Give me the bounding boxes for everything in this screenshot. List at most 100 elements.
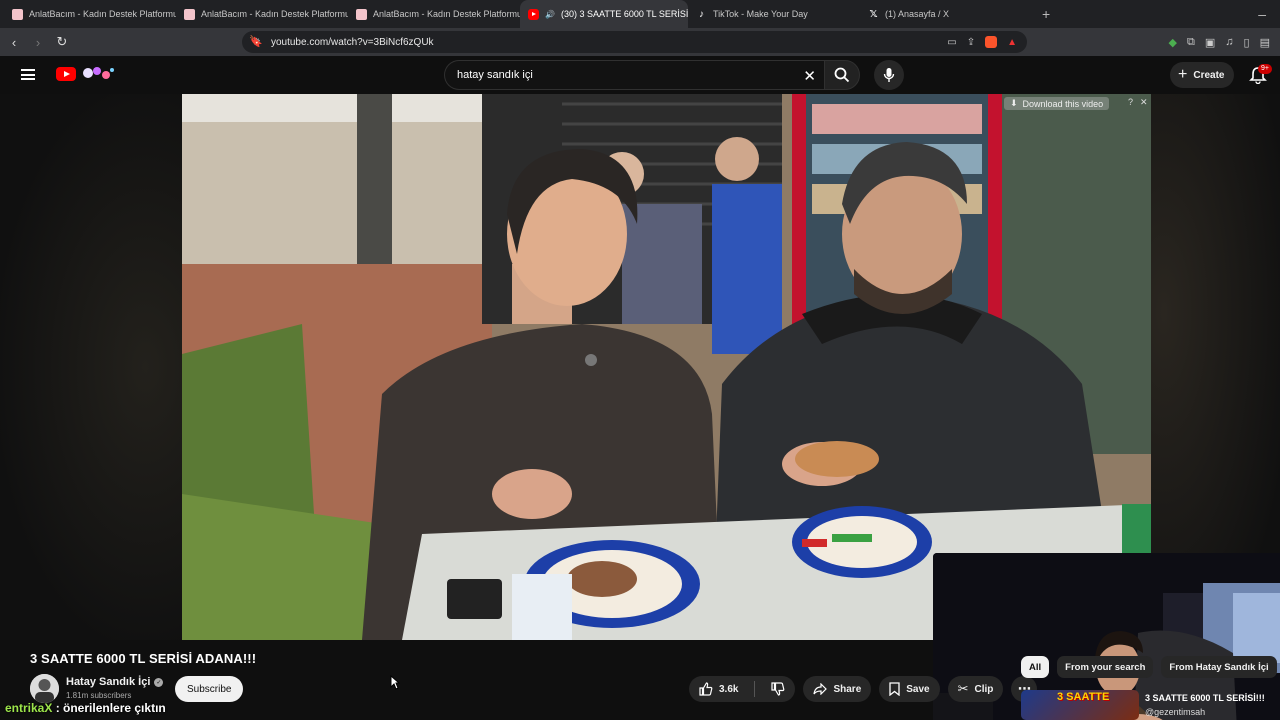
voice-search-button[interactable] [874,60,904,90]
clip-label: Clip [974,683,994,695]
mouse-cursor-icon [390,675,400,690]
channel-name-text: Hatay Sandık İçi [66,676,151,688]
address-bar[interactable]: ⚙ youtube.com/watch?v=3BiNcf6zQUk ▭ ⇪ ▲ [242,31,1027,53]
screen: AnlatBacım - Kadın Destek Platformu Anla… [0,0,1280,720]
recommended-thumbnail[interactable]: 3 SAATTE [1021,690,1139,720]
x-favicon-icon: 𝕏 [869,8,878,20]
channel-avatar[interactable] [30,674,59,703]
save-label: Save [906,683,930,695]
browser-tab[interactable]: 𝕏 (1) Anasayfa / X [860,0,1032,28]
extensions-puzzle-icon[interactable]: ⧉ [1187,36,1195,49]
notifications-badge: 9+ [1258,64,1272,74]
subscribe-button[interactable]: Subscribe [175,676,244,702]
sidebar-icon[interactable]: ▯ [1244,36,1250,49]
close-download-icon[interactable]: ✕ [1140,97,1148,108]
extension-icon[interactable]: ◆ [1169,36,1177,49]
tab-title: TikTok - Make Your Day [713,9,808,19]
browser-tab[interactable]: AnlatBacım - Kadın Destek Platformu [348,0,520,28]
video-title: 3 SAATTE 6000 TL SERİSİ ADANA!!! [30,651,257,666]
omnibox-actions: ▭ ⇪ ▲ [947,31,1017,53]
tab-title: AnlatBacım - Kadın Destek Platformu [201,9,348,19]
like-dislike-group: 3.6k [689,676,796,702]
channel-avatar-image [30,674,59,703]
browser-tab-active[interactable]: 🔊 (30) 3 SAATTE 6000 TL SERİSİ ✕ [520,0,688,28]
browser-toolbar: ‹ › ↻ ⚙ youtube.com/watch?v=3BiNcf6zQUk … [0,28,1280,56]
anlatbacim-favicon-icon [12,8,23,20]
menu-icon[interactable] [21,69,35,80]
video-actions: 3.6k Share Save ✂ Clip ⋯ [689,676,1038,702]
recommended-title: 3 SAATTE 6000 TL SERİSİ!!! [1145,693,1265,703]
download-label: Download this video [1022,98,1104,109]
share-page-icon[interactable]: ⇪ [967,37,975,48]
media-controls-icon[interactable]: ♫ [1225,36,1233,48]
create-label: Create [1193,69,1225,81]
recommended-channel: @gezentimsah [1145,707,1206,717]
download-video-button[interactable]: ⬇ Download this video [1004,97,1110,110]
reload-icon[interactable]: ↻ [52,34,72,50]
download-icon: ⬇ [1010,98,1018,108]
tiktok-favicon-icon: ♪ [699,8,704,20]
verified-badge-icon: ✓ [154,677,164,687]
bookmark-icon[interactable]: 🔖 [249,35,263,48]
create-button[interactable]: + Create [1170,62,1235,88]
video-player[interactable] [0,94,1280,720]
tab-title: AnlatBacım - Kadın Destek Platformu [373,9,520,19]
youtube-doodle-icon[interactable] [80,65,116,82]
chat-username: entrikaX [5,701,53,715]
channel-name[interactable]: Hatay Sandık İçi ✓ [66,676,164,688]
speaker-icon[interactable]: 🔊 [545,10,555,19]
bookmark-save-icon [889,682,900,696]
thumbnail-text: 3 SAATTE [1057,691,1110,703]
back-icon[interactable]: ‹ [4,35,24,50]
minimize-icon[interactable]: – [1258,6,1266,22]
anlatbacim-favicon-icon [184,8,195,20]
like-count: 3.6k [719,683,739,695]
divider [754,681,756,697]
dislike-button[interactable] [761,676,795,702]
url-text: youtube.com/watch?v=3BiNcf6zQUk [270,36,434,48]
clear-search-icon[interactable]: ✕ [803,67,816,85]
like-button[interactable]: 3.6k [689,676,748,702]
new-tab-icon[interactable]: + [1032,6,1060,22]
wallet-icon[interactable]: ▤ [1260,36,1270,49]
tab-title: (1) Anasayfa / X [885,9,950,19]
plus-icon: + [1178,66,1188,83]
chip-from-channel[interactable]: From Hatay Sandık İçi [1161,656,1277,678]
recommendation-filter-chips: All From your search From Hatay Sandık İ… [1021,656,1277,678]
search-input[interactable]: hatay sandık içi ✕ [444,60,824,90]
screenshot-icon[interactable]: ▣ [1205,36,1215,49]
chip-all[interactable]: All [1021,656,1050,678]
search-button[interactable] [824,60,860,90]
search-icon [834,67,850,83]
ambient-glow-left [0,94,182,640]
cast-icon[interactable]: ▭ [947,37,956,48]
scissors-icon: ✂ [957,681,969,696]
brave-rewards-icon[interactable]: ▲ [1007,37,1017,48]
chat-message: : önerilenlere çıktın [52,701,166,715]
forward-icon[interactable]: › [28,35,48,50]
share-label: Share [833,683,862,695]
youtube-masthead: hatay sandık içi ✕ + Create [0,56,1280,94]
browser-tab-bar: AnlatBacım - Kadın Destek Platformu Anla… [0,0,1280,28]
microphone-icon [883,68,895,82]
clip-button[interactable]: ✂ Clip [947,676,1004,702]
anlatbacim-favicon-icon [356,8,367,20]
browser-tab[interactable]: AnlatBacım - Kadın Destek Platformu [176,0,348,28]
search-query-text: hatay sandık içi [457,69,533,81]
browser-tab[interactable]: ♪ TikTok - Make Your Day [688,0,860,28]
share-button[interactable]: Share [803,676,872,702]
tab-title: (30) 3 SAATTE 6000 TL SERİSİ [560,9,688,19]
recommended-video[interactable]: 3 SAATTE 3 SAATTE 6000 TL SERİSİ!!! @gez… [1021,690,1280,720]
extensions-area: ◆ ⧉ ▣ ♫ ▯ ▤ [1169,28,1270,56]
share-icon [813,683,828,695]
thumbs-down-icon [771,682,785,696]
brave-shields-icon[interactable] [985,36,998,48]
stream-chat-overlay: entrikaX : önerilenlere çıktın [5,701,166,715]
help-icon[interactable]: ? [1128,97,1133,107]
youtube-favicon-icon [528,8,539,20]
chip-from-your-search[interactable]: From your search [1057,656,1154,678]
youtube-logo-icon[interactable] [56,67,76,81]
subscriber-count: 1.81m subscribers [66,691,132,700]
browser-tab[interactable]: AnlatBacım - Kadın Destek Platformu [4,0,176,28]
save-button[interactable]: Save [879,676,940,702]
